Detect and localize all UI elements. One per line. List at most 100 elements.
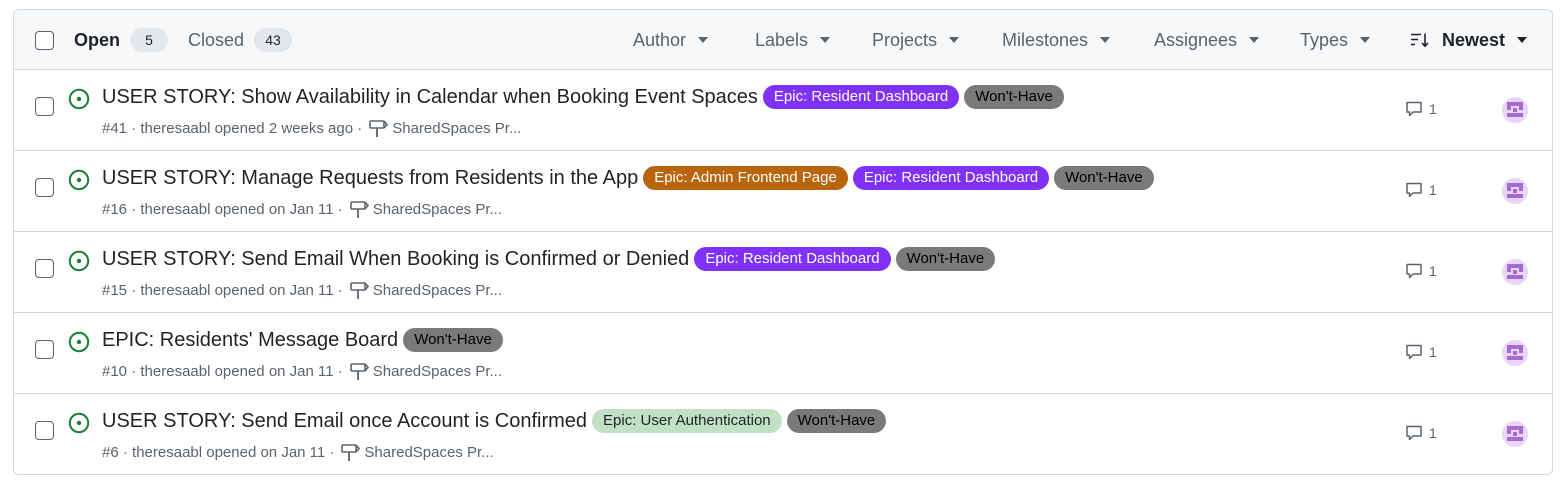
issue-opened-by[interactable]: theresaabl opened on Jan 11 — [140, 282, 333, 299]
comment-icon — [1405, 343, 1429, 361]
issue-title-line: USER STORY: Send Email once Account is C… — [102, 408, 891, 434]
assignee-avatar[interactable] — [1502, 97, 1528, 123]
labels-filter[interactable]: Labels — [755, 10, 831, 70]
issue-label[interactable]: Epic: Resident Dashboard — [762, 85, 960, 109]
chevron-down-icon — [1100, 37, 1111, 43]
closed-count-badge: 43 — [254, 28, 293, 52]
issue-meta: #41 · theresaabl opened 2 weeks ago · Sha… — [102, 118, 521, 138]
assignee-avatar[interactable] — [1502, 340, 1528, 366]
sort-dropdown[interactable]: Newest — [1410, 10, 1528, 70]
chevron-down-icon — [698, 37, 709, 43]
tab-closed-issues[interactable]: Closed 43 — [188, 10, 293, 70]
issue-milestone-link[interactable]: SharedSpaces Pr... — [373, 363, 502, 380]
milestone-icon — [349, 361, 369, 381]
issue-number: #16 — [102, 200, 128, 218]
milestone-icon — [368, 118, 389, 138]
issue-opened-by[interactable]: theresaabl opened 2 weeks ago — [140, 120, 353, 137]
issue-milestone-link[interactable]: SharedSpaces Pr... — [373, 201, 502, 218]
meta-separator: · — [333, 362, 343, 380]
issue-row[interactable]: USER STORY: Send Email When Booking is C… — [14, 232, 1552, 313]
comment-icon — [1405, 100, 1429, 118]
comments-link[interactable]: 1 — [1405, 100, 1437, 118]
meta-separator: · — [353, 119, 363, 137]
tab-open-issues[interactable]: Open 5 — [74, 10, 169, 70]
issue-opened-icon — [68, 331, 90, 358]
open-count-badge: 5 — [130, 28, 169, 52]
milestones-filter-label: Milestones — [1002, 29, 1089, 50]
comment-count: 1 — [1429, 425, 1437, 441]
issue-checkbox[interactable] — [35, 421, 54, 440]
comment-count: 1 — [1429, 263, 1437, 279]
issue-title-link[interactable]: EPIC: Residents' Message Board — [102, 329, 398, 352]
projects-filter[interactable]: Projects — [872, 10, 960, 70]
sort-label: Newest — [1442, 29, 1506, 50]
comments-link[interactable]: 1 — [1405, 181, 1437, 199]
issue-row[interactable]: USER STORY: Show Availability in Calenda… — [14, 70, 1552, 151]
issue-label[interactable]: Won't-Have — [1054, 166, 1154, 190]
assignee-avatar[interactable] — [1502, 421, 1528, 447]
issue-title-line: USER STORY: Show Availability in Calenda… — [102, 84, 1069, 110]
comments-link[interactable]: 1 — [1405, 262, 1437, 280]
issue-row[interactable]: EPIC: Residents' Message Board Won't-Have… — [14, 313, 1552, 394]
milestones-filter[interactable]: Milestones — [1002, 10, 1111, 70]
author-filter[interactable]: Author — [633, 10, 709, 70]
meta-separator: · — [127, 362, 141, 380]
comment-icon — [1405, 262, 1429, 280]
author-filter-label: Author — [633, 29, 687, 50]
types-filter[interactable]: Types — [1300, 10, 1371, 70]
issues-list: Open 5 Closed 43 Author Labels Projects … — [13, 9, 1553, 475]
issue-row[interactable]: USER STORY: Send Email once Account is C… — [14, 394, 1552, 474]
milestone-icon — [340, 442, 361, 462]
assignee-avatar[interactable] — [1502, 178, 1528, 204]
issue-milestone-link[interactable]: SharedSpaces Pr... — [392, 120, 521, 137]
labels-filter-label: Labels — [755, 29, 809, 50]
issue-milestone-link[interactable]: SharedSpaces Pr... — [373, 282, 502, 299]
comment-icon — [1405, 424, 1429, 442]
chevron-down-icon — [1360, 37, 1371, 43]
issues-list-header: Open 5 Closed 43 Author Labels Projects … — [14, 10, 1552, 70]
assignee-avatar[interactable] — [1502, 259, 1528, 285]
comment-count: 1 — [1429, 182, 1437, 198]
issue-checkbox[interactable] — [35, 178, 54, 197]
issue-checkbox[interactable] — [35, 259, 54, 278]
comments-link[interactable]: 1 — [1405, 343, 1437, 361]
issue-title-link[interactable]: USER STORY: Show Availability in Calenda… — [102, 86, 758, 109]
issue-label[interactable]: Won't-Have — [786, 409, 887, 433]
comment-count: 1 — [1429, 101, 1437, 117]
milestone-icon — [349, 199, 369, 219]
issue-opened-icon — [68, 169, 90, 196]
issue-title-link[interactable]: USER STORY: Send Email once Account is C… — [102, 410, 587, 433]
meta-separator: · — [127, 281, 141, 299]
issue-meta: #6 · theresaabl opened on Jan 11 · Shared… — [102, 442, 494, 462]
meta-separator: · — [333, 281, 343, 299]
issue-label[interactable]: Epic: Resident Dashboard — [852, 166, 1050, 190]
issue-checkbox[interactable] — [35, 340, 54, 359]
issue-title-line: USER STORY: Manage Requests from Residen… — [102, 165, 1159, 191]
issue-checkbox[interactable] — [35, 97, 54, 116]
issue-label[interactable]: Epic: Resident Dashboard — [694, 247, 891, 271]
meta-separator: · — [325, 443, 335, 461]
comments-link[interactable]: 1 — [1405, 424, 1437, 442]
issue-label[interactable]: Won't-Have — [403, 328, 503, 352]
issue-label[interactable]: Won't-Have — [964, 85, 1064, 109]
issue-opened-by[interactable]: theresaabl opened on Jan 11 — [140, 363, 333, 380]
sort-desc-icon — [1411, 33, 1429, 48]
types-filter-label: Types — [1300, 29, 1349, 50]
issue-opened-by[interactable]: theresaabl opened on Jan 11 — [132, 444, 325, 461]
issue-label[interactable]: Won't-Have — [895, 247, 996, 271]
issue-opened-icon — [68, 412, 90, 439]
issue-milestone-link[interactable]: SharedSpaces Pr... — [364, 444, 493, 461]
chevron-down-icon — [949, 37, 960, 43]
issue-title-link[interactable]: USER STORY: Send Email When Booking is C… — [102, 248, 689, 271]
issue-opened-by[interactable]: theresaabl opened on Jan 11 — [140, 201, 333, 218]
assignees-filter[interactable]: Assignees — [1154, 10, 1260, 70]
issue-meta: #15 · theresaabl opened on Jan 11 · Share… — [102, 280, 502, 300]
select-all-checkbox[interactable] — [35, 31, 54, 50]
issue-title-link[interactable]: USER STORY: Manage Requests from Residen… — [102, 167, 638, 190]
issue-row[interactable]: USER STORY: Manage Requests from Residen… — [14, 151, 1552, 232]
comment-count: 1 — [1429, 344, 1437, 360]
chevron-down-icon — [820, 37, 831, 43]
milestone-icon — [349, 280, 369, 300]
issue-label[interactable]: Epic: User Authentication — [592, 409, 782, 433]
issue-label[interactable]: Epic: Admin Frontend Page — [643, 166, 848, 190]
